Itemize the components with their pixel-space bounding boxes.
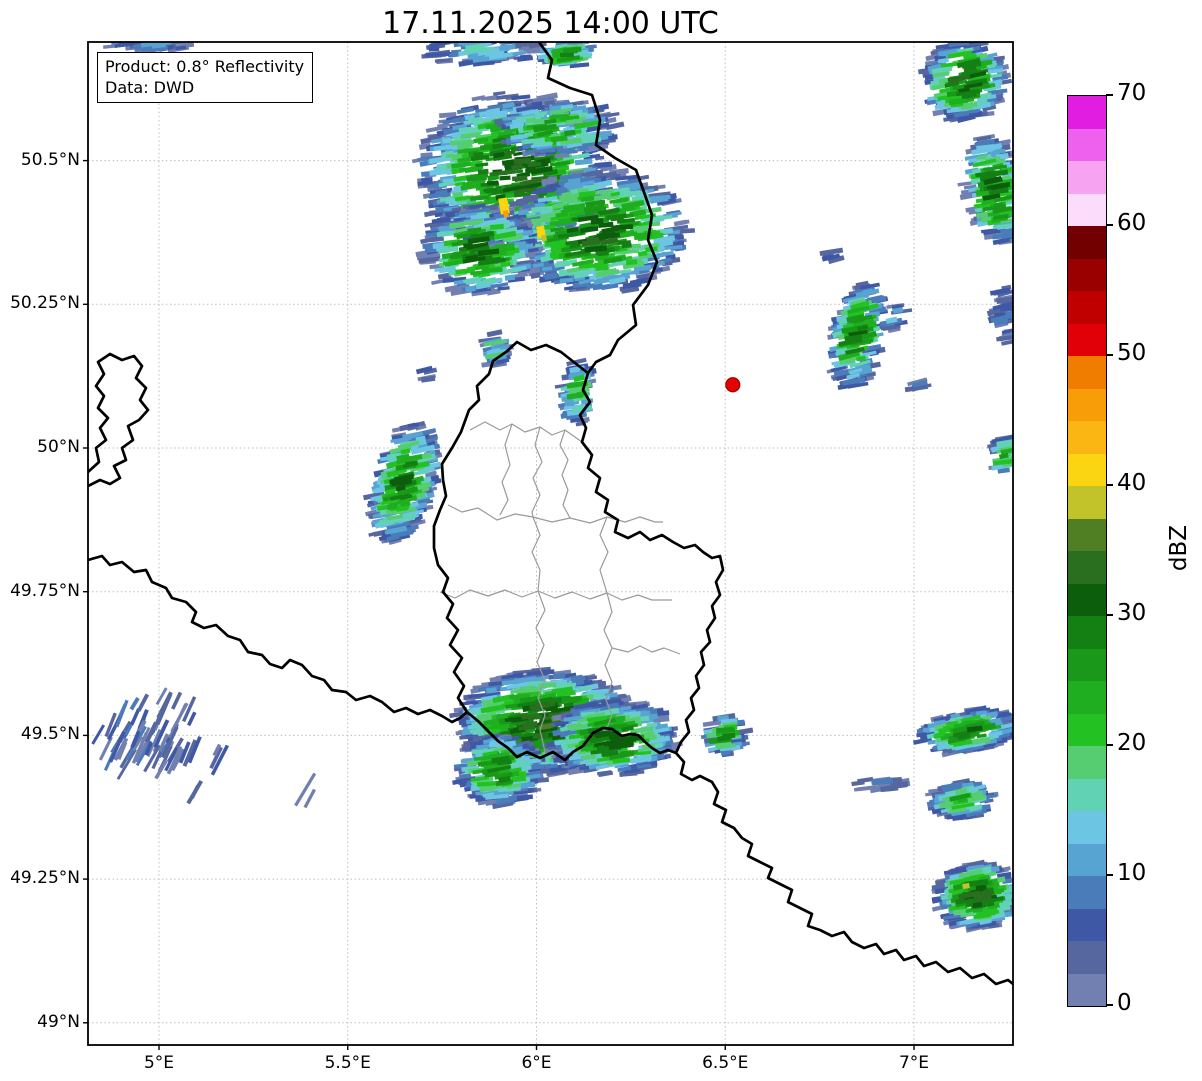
high-reflectivity-speck: [541, 234, 547, 242]
y-tick-label: 50.25°N: [10, 293, 80, 314]
colorbar-cell: [1068, 453, 1106, 486]
colorbar-tick-label: 50: [1117, 340, 1147, 366]
colorbar-cell: [1068, 551, 1106, 584]
colorbar-cell: [1068, 388, 1106, 421]
x-tick-label: 5°E: [143, 1053, 175, 1073]
echo-cluster-top-right-a: [917, 42, 1013, 123]
y-tick-label: 50.5°N: [20, 149, 80, 170]
colorbar-cell: [1068, 908, 1106, 941]
echo-cluster-se-edge-a: [913, 705, 1013, 758]
y-tick-label: 49.25°N: [10, 868, 80, 889]
echo-cluster-mid-right-dot-c: [904, 377, 932, 393]
radar-figure: 17.11.2025 14:00 UTC Product: 0.8° Refle…: [0, 0, 1202, 1081]
data-source-label: Data: DWD: [105, 78, 195, 98]
colorbar-cell: [1068, 648, 1106, 681]
clutter-sw-dash-c: [294, 772, 317, 809]
x-tick-label: 5.5°E: [324, 1053, 371, 1073]
colorbar-tick-label: 20: [1117, 730, 1147, 756]
product-label: Product: 0.8° Reflectivity: [105, 57, 305, 76]
colorbar-tick-mark: [1106, 1004, 1113, 1006]
colorbar-tick-label: 40: [1117, 470, 1147, 496]
x-tick-label: 6°E: [521, 1053, 552, 1073]
colorbar-tick-mark: [1106, 354, 1113, 356]
colorbar-cell: [1068, 96, 1106, 129]
colorbar-tick-mark: [1106, 94, 1113, 96]
product-info-box: Product: 0.8° Reflectivity Data: DWD: [97, 52, 314, 104]
colorbar-cell: [1068, 258, 1106, 291]
echo-cluster-belgium-echo: [363, 420, 443, 545]
echo-cluster-se-edge-c: [931, 859, 1013, 933]
echo-cluster-right-edge-green: [987, 433, 1013, 474]
x-tick-label: 6.5°E: [702, 1053, 749, 1073]
y-tick-label: 50°N: [37, 437, 80, 457]
colorbar-cell: [1068, 518, 1106, 551]
colorbar-cell: [1068, 421, 1106, 454]
colorbar-cell: [1068, 713, 1106, 746]
echo-cluster-center-dash: [415, 365, 438, 383]
echo-cluster-top-right-b: [957, 134, 1013, 246]
echo-cluster-se-edge-b: [925, 778, 999, 822]
colorbar-cell: [1068, 876, 1106, 909]
colorbar-cell: [1068, 681, 1106, 714]
colorbar-cell: [1068, 973, 1106, 1006]
map-plot: [83, 41, 1014, 1050]
radar-site-marker: [725, 377, 741, 393]
border-france-belgium-givet: [88, 352, 150, 488]
echo-cluster-right-edge-blue: [986, 293, 1013, 346]
colorbar-cell: [1068, 356, 1106, 389]
colorbar-cell: [1068, 323, 1106, 356]
y-tick-label: 49.5°N: [20, 724, 80, 745]
colorbar-cell: [1068, 486, 1106, 519]
echo-cluster-south-dot: [700, 713, 754, 758]
colorbar-cell: [1068, 583, 1106, 616]
echo-cluster-mid-right-chain: [826, 280, 892, 391]
colorbar-tick-mark: [1106, 744, 1113, 746]
colorbar-tick-mark: [1106, 874, 1113, 876]
colorbar-tick-mark: [1106, 484, 1113, 486]
colorbar-cell: [1068, 778, 1106, 811]
y-tick-label: 49°N: [37, 1011, 80, 1032]
colorbar-tick-label: 70: [1117, 80, 1147, 106]
colorbar-tick-label: 0: [1117, 990, 1132, 1016]
colorbar-cell: [1068, 941, 1106, 974]
colorbar-unit-label: dBZ: [1166, 524, 1193, 572]
echo-cluster-se-streak: [851, 776, 911, 794]
echo-cluster-mid-right-dot-a: [819, 247, 845, 265]
colorbar-cell: [1068, 226, 1106, 259]
clutter-sw-clutter: [91, 687, 202, 780]
x-tick-label: 7°E: [898, 1053, 930, 1073]
colorbar: [1067, 95, 1107, 1007]
colorbar-tick-label: 60: [1117, 210, 1147, 236]
colorbar-tick-label: 30: [1117, 600, 1147, 626]
colorbar-cell: [1068, 161, 1106, 194]
colorbar-cell: [1068, 616, 1106, 649]
colorbar-cell: [1068, 811, 1106, 844]
colorbar-cell: [1068, 128, 1106, 161]
echo-cluster-right-edge-dash: [989, 284, 1013, 298]
colorbar-tick-mark: [1106, 614, 1113, 616]
radar-echo-layer: [91, 42, 1013, 933]
clutter-sw-dash-a: [209, 743, 229, 776]
colorbar-tick-mark: [1106, 224, 1113, 226]
echo-cluster-top-band: [421, 42, 547, 67]
colorbar-cell: [1068, 291, 1106, 324]
colorbar-cell: [1068, 843, 1106, 876]
y-tick-label: 49.75°N: [10, 580, 80, 601]
colorbar-cell: [1068, 193, 1106, 226]
colorbar-tick-label: 10: [1117, 860, 1147, 886]
colorbar-cell: [1068, 746, 1106, 779]
axis-tick-marks: [83, 159, 915, 1050]
clutter-sw-dash-b: [186, 779, 203, 805]
